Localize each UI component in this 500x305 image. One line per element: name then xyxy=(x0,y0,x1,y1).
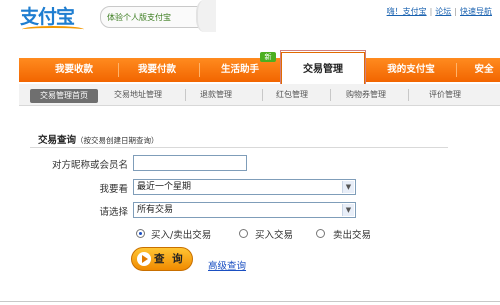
radio-sell[interactable] xyxy=(316,229,325,238)
type-select-value: 所有交易 xyxy=(137,205,174,215)
radio-buy-sell[interactable] xyxy=(136,229,145,238)
sub-nav-item-refund[interactable]: 退款管理 xyxy=(200,84,232,106)
radio-buy-sell-label[interactable]: 买入/卖出交易 xyxy=(151,227,211,241)
slogan-page-curl xyxy=(196,0,216,32)
nav-item-trade-management[interactable]: 交易管理 xyxy=(281,52,365,84)
nav-item-pay[interactable]: 我要付款 xyxy=(117,58,197,82)
sub-nav-separator xyxy=(262,89,263,101)
section-title-text: 交易查询 xyxy=(38,135,77,146)
sub-nav-separator xyxy=(408,89,409,101)
nav-item-security[interactable]: 安全 xyxy=(464,58,500,82)
link-forum[interactable]: 论坛 xyxy=(435,7,451,16)
link-quick-nav[interactable]: 快速导航 xyxy=(460,7,492,16)
chevron-down-icon[interactable]: ▼ xyxy=(342,204,354,216)
sub-nav-separator xyxy=(185,89,186,101)
sub-nav-item-coupon[interactable]: 购物券管理 xyxy=(346,84,386,106)
main-nav: 我要收款 我要付款 生活助手 我的支付宝 安全 xyxy=(19,58,500,82)
sub-nav-separator xyxy=(330,89,331,101)
new-badge: 新 xyxy=(260,52,276,62)
type-label: 请选择 xyxy=(99,207,128,218)
query-button[interactable]: 查 询 xyxy=(131,247,193,271)
section-divider xyxy=(30,147,448,148)
sub-nav-item-review[interactable]: 评价管理 xyxy=(429,84,461,106)
nav-separator xyxy=(456,63,457,77)
nav-item-my-alipay[interactable]: 我的支付宝 xyxy=(369,58,453,82)
bottom-divider xyxy=(0,301,500,302)
query-button-label: 查 询 xyxy=(154,253,185,265)
link-hi-alipay[interactable]: 嗨！支付宝 xyxy=(387,7,427,16)
radio-sell-label[interactable]: 卖出交易 xyxy=(333,227,371,241)
separator: | xyxy=(429,7,433,16)
nav-item-receive[interactable]: 我要收款 xyxy=(34,58,114,82)
advanced-query-link[interactable]: 高级查询 xyxy=(208,258,246,272)
sub-nav-item-red-packet[interactable]: 红包管理 xyxy=(276,84,308,106)
nickname-label: 对方昵称或会员名 xyxy=(51,160,128,171)
section-title: 交易查询（按交易创建日期查询） xyxy=(38,132,159,146)
sub-nav-item-home[interactable]: 交易管理首页 xyxy=(30,89,98,103)
top-links: 嗨！支付宝 | 论坛 | 快速导航 xyxy=(387,6,492,17)
period-select[interactable]: 最近一个星期 ▼ xyxy=(133,179,356,195)
separator: | xyxy=(454,7,457,16)
logo-wave xyxy=(22,26,84,33)
period-label: 我要看 xyxy=(99,184,128,195)
sub-nav-item-address[interactable]: 交易地址管理 xyxy=(114,84,162,106)
type-select[interactable]: 所有交易 ▼ xyxy=(133,202,356,218)
play-arrow-icon xyxy=(137,252,151,266)
alipay-logo[interactable]: 支付宝 xyxy=(20,4,92,30)
radio-buy[interactable] xyxy=(239,229,248,238)
section-hint: （按交易创建日期查询） xyxy=(76,136,159,145)
period-select-value: 最近一个星期 xyxy=(137,182,192,192)
nickname-input[interactable] xyxy=(133,155,247,171)
chevron-down-icon[interactable]: ▼ xyxy=(342,181,354,193)
radio-buy-label[interactable]: 买入交易 xyxy=(255,227,293,241)
